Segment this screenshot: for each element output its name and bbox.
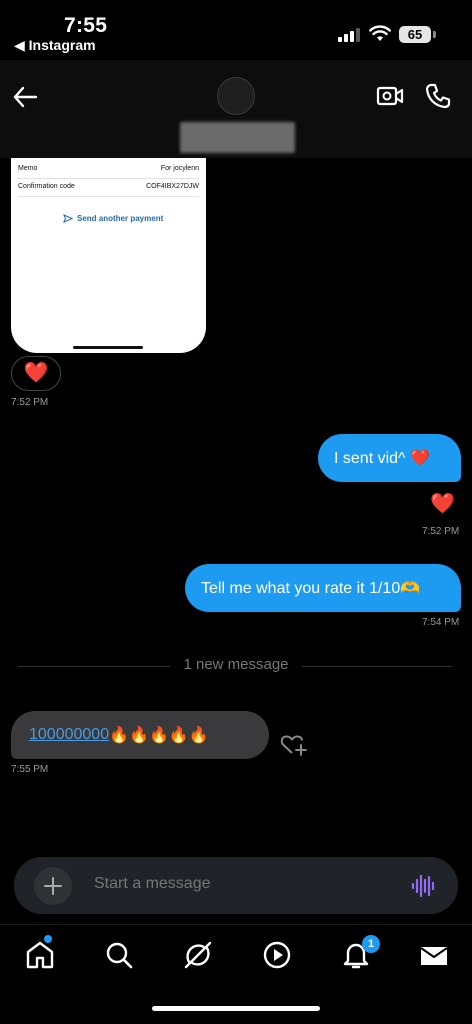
confirmation-row: Confirmation code COF4IBX27DJW (18, 177, 199, 197)
card-home-indicator (73, 346, 143, 349)
send-arrow-icon (63, 214, 73, 223)
phone-icon[interactable] (424, 82, 452, 110)
confirmation-label: Confirmation code (18, 183, 75, 190)
outgoing-message-bubble[interactable]: Tell me what you rate it 1/10🫶 (185, 564, 461, 612)
signal-icon (338, 28, 362, 42)
heart-reaction: ❤️ (430, 493, 455, 515)
outgoing-message-bubble[interactable]: I sent vid^ ❤️ (318, 434, 461, 482)
messages-envelope-icon[interactable] (418, 939, 450, 971)
avatar[interactable] (217, 77, 255, 115)
wifi-icon (369, 25, 391, 41)
home-notification-dot (44, 935, 52, 943)
fire-emojis: 🔥🔥🔥🔥🔥 (109, 727, 209, 744)
notifications-count-badge: 1 (362, 935, 380, 953)
status-bar: 7:55 ◀ Instagram 65 (0, 0, 472, 60)
add-reaction-icon[interactable] (280, 733, 308, 757)
message-composer (14, 857, 458, 914)
card-reaction-heart[interactable]: ❤️ (11, 356, 61, 391)
back-to-instagram-link[interactable]: ◀ Instagram (14, 37, 96, 54)
battery-tip (433, 31, 436, 38)
search-icon[interactable] (103, 939, 135, 971)
incoming-message-bubble[interactable]: 100000000 🔥🔥🔥🔥🔥 (11, 711, 269, 759)
message-timestamp: 7:54 PM (422, 617, 460, 628)
memo-value: For jocylenn (160, 165, 199, 172)
message-link[interactable]: 100000000 (29, 726, 109, 744)
message-timestamp: 7:52 PM (11, 397, 49, 408)
memo-row: Memo For jocylenn (18, 159, 199, 179)
voice-message-icon[interactable] (411, 874, 435, 898)
chat-header (0, 60, 472, 158)
add-attachment-button[interactable] (34, 867, 72, 905)
battery-indicator: 65 (399, 26, 431, 43)
message-timestamp: 7:55 PM (11, 764, 49, 775)
send-another-payment-label: Send another payment (77, 214, 164, 223)
plus-icon (44, 877, 62, 895)
send-another-payment-link: Send another payment (63, 214, 163, 223)
video-camera-icon[interactable] (376, 84, 404, 108)
back-arrow-icon[interactable] (12, 84, 38, 110)
message-timestamp: 7:52 PM (422, 526, 460, 537)
new-message-divider-label: 1 new message (183, 656, 289, 673)
grok-icon[interactable] (182, 939, 214, 971)
status-time: 7:55 (64, 14, 108, 37)
home-indicator (152, 1006, 320, 1011)
video-play-icon[interactable] (261, 939, 293, 971)
home-icon[interactable] (24, 939, 56, 971)
confirmation-value: COF4IBX27DJW (146, 183, 199, 190)
contact-name-redacted[interactable] (180, 122, 295, 153)
memo-label: Memo (18, 165, 38, 172)
message-input[interactable] (94, 875, 374, 893)
shared-payment-screenshot[interactable]: Memo For jocylenn Confirmation code COF4… (11, 158, 206, 353)
